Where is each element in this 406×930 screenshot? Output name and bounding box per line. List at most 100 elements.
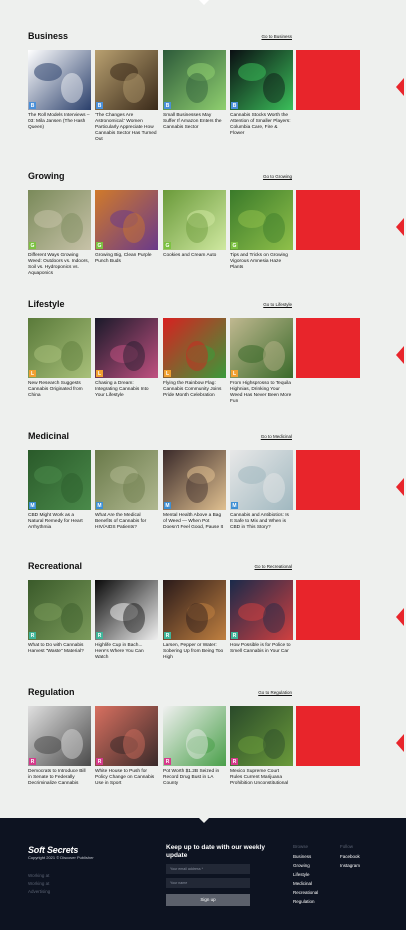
article-thumbnail[interactable]: B [230,50,293,110]
browse-recreational-link[interactable]: Recreational [293,890,318,895]
article-thumbnail[interactable]: R [163,580,226,640]
article-thumbnail[interactable]: L [28,318,91,378]
article-thumbnail[interactable]: R [95,706,158,766]
article-title[interactable]: New Research Suggests Cannabis Originate… [28,381,90,399]
ad-banner[interactable] [296,190,360,250]
thumbnail-art [186,729,215,759]
article-title[interactable]: What Are the Medical Benefits of Cannabi… [95,513,157,531]
article-title[interactable]: Cannabis and Antibiotics: Is It Safe to … [230,513,292,531]
article-thumbnail[interactable]: R [28,580,91,640]
article-card[interactable]: G Growing Big, Clean Purple Punch Buds [95,190,158,265]
article-card[interactable]: G Tips and Tricks on Growing Vigorous Amn… [230,190,293,271]
article-thumbnail[interactable]: R [230,706,293,766]
footer-logo[interactable]: Soft Secrets [28,845,78,855]
facebook-link[interactable]: Facebook [340,854,360,859]
article-card[interactable]: L From Highsprosso to Tequila Highnias, D… [230,318,293,405]
article-card[interactable]: G Different Ways Growing Weed: Outdoors v… [28,190,91,277]
article-card[interactable]: B The Roll Models Interviews – 03: Mila J… [28,50,91,131]
article-thumbnail[interactable]: L [230,318,293,378]
article-card[interactable]: R Mexico Supreme Court Rules Current Mari… [230,706,293,787]
footer-link-working-at-2[interactable]: Working at [28,881,49,886]
article-thumbnail[interactable]: G [95,190,158,250]
article-title[interactable]: Democrats to Introduce Bill in Senate to… [28,769,90,787]
article-card[interactable]: R Larsen, Pepper or Water: Sobering Up fr… [163,580,226,661]
article-card[interactable]: L Chasing a Dream: Integrating Cannabis I… [95,318,158,399]
article-card[interactable]: L New Research Suggests Cannabis Originat… [28,318,91,399]
article-title[interactable]: Cookies and Cream Auto [163,253,225,259]
article-thumbnail[interactable]: B [28,50,91,110]
article-card[interactable]: R How Possible is for Police to Smell Can… [230,580,293,655]
article-thumbnail[interactable]: G [163,190,226,250]
article-title[interactable]: Larsen, Pepper or Water: Sobering Up fro… [163,643,225,661]
section-link[interactable]: Go to Medicinal [261,434,292,439]
footer-link-working-at[interactable]: Working at [28,873,49,878]
article-thumbnail[interactable]: L [163,318,226,378]
article-card[interactable]: M What Are the Medical Benefits of Cannab… [95,450,158,531]
article-card[interactable]: R White House to Push for Policy Change o… [95,706,158,787]
article-card[interactable]: G Cookies and Cream Auto [163,190,226,259]
article-title[interactable]: Tips and Tricks on Growing Vigorous Amne… [230,253,292,271]
article-thumbnail[interactable]: M [95,450,158,510]
browse-lifestyle-link[interactable]: Lifestyle [293,872,310,877]
signup-button[interactable]: Sign up [166,894,250,906]
article-card[interactable]: L Flying the Rainbow Flag: Cannabis Commu… [163,318,226,399]
article-thumbnail[interactable]: R [230,580,293,640]
ad-banner[interactable] [296,580,360,640]
article-card[interactable]: B Small Businesses May Suffer If Amazon E… [163,50,226,131]
article-title[interactable]: From Highsprosso to Tequila Highnias, Dr… [230,381,292,405]
article-thumbnail[interactable]: R [95,580,158,640]
article-card[interactable]: R What to Do with Cannabis Harvest "Waste… [28,580,91,655]
article-card[interactable]: R Highlife Cup in Bach... Here's Where Yo… [95,580,158,661]
article-title[interactable]: Pot Worth $1.2B Seized in Record Drug Bu… [163,769,225,787]
article-title[interactable]: 'The Changes Are Astronomical:' Women Pa… [95,113,157,143]
email-field[interactable]: Your email address * [166,864,250,874]
article-title[interactable]: White House to Push for Policy Change on… [95,769,157,787]
article-card[interactable]: B Cannabis Stocks Worth the Attention of … [230,50,293,137]
article-card[interactable]: B 'The Changes Are Astronomical:' Women P… [95,50,158,143]
footer-link-advertising[interactable]: Advertising [28,889,50,894]
article-title[interactable]: Cannabis Stocks Worth the Attention of S… [230,113,292,137]
article-thumbnail[interactable]: B [163,50,226,110]
browse-growing-link[interactable]: Growing [293,863,310,868]
article-title[interactable]: Highlife Cup in Bach... Here's Where You… [95,643,157,661]
article-thumbnail[interactable]: M [163,450,226,510]
section-link[interactable]: Go to Recreational [254,564,292,569]
article-thumbnail[interactable]: R [28,706,91,766]
ad-banner[interactable] [296,318,360,378]
browse-medicinal-link[interactable]: Medicinal [293,881,312,886]
article-thumbnail[interactable]: B [95,50,158,110]
name-field[interactable]: Your name [166,878,250,888]
article-card[interactable]: R Democrats to Introduce Bill in Senate t… [28,706,91,787]
article-title[interactable]: The Roll Models Interviews – 03: Mila Ja… [28,113,90,131]
article-card[interactable]: M CBD Might Work as a Natural Remedy for … [28,450,91,531]
section-link[interactable]: Go to Growing [263,174,292,179]
ad-banner[interactable] [296,706,360,766]
article-title[interactable]: Mental Health Above a Bag of Weed — When… [163,513,225,531]
article-title[interactable]: Mexico Supreme Court Rules Current Marij… [230,769,292,787]
article-title[interactable]: Growing Big, Clean Purple Punch Buds [95,253,157,265]
browse-business-link[interactable]: Business [293,854,311,859]
article-title[interactable]: Small Businesses May Suffer If Amazon En… [163,113,225,131]
section-link[interactable]: Go to Regulation [258,690,292,695]
article-thumbnail[interactable]: L [95,318,158,378]
article-thumbnail[interactable]: M [28,450,91,510]
ad-banner[interactable] [296,450,360,510]
article-card[interactable]: M Cannabis and Antibiotics: Is It Safe to… [230,450,293,531]
instagram-link[interactable]: Instagram [340,863,360,868]
section-link[interactable]: Go to Lifestyle [263,302,292,307]
article-card[interactable]: M Mental Health Above a Bag of Weed — Whe… [163,450,226,531]
section-link[interactable]: Go to Business [261,34,292,39]
article-title[interactable]: How Possible is for Police to Smell Cann… [230,643,292,655]
article-thumbnail[interactable]: G [28,190,91,250]
article-title[interactable]: CBD Might Work as a Natural Remedy for H… [28,513,90,531]
article-thumbnail[interactable]: M [230,450,293,510]
article-thumbnail[interactable]: G [230,190,293,250]
article-title[interactable]: Flying the Rainbow Flag: Cannabis Commun… [163,381,225,399]
ad-banner[interactable] [296,50,360,110]
article-title[interactable]: Different Ways Growing Weed: Outdoors vs… [28,253,90,277]
article-title[interactable]: Chasing a Dream: Integrating Cannabis In… [95,381,157,399]
article-card[interactable]: R Pot Worth $1.2B Seized in Record Drug B… [163,706,226,787]
article-title[interactable]: What to Do with Cannabis Harvest "Waste"… [28,643,90,655]
article-thumbnail[interactable]: R [163,706,226,766]
browse-regulation-link[interactable]: Regulation [293,899,315,904]
